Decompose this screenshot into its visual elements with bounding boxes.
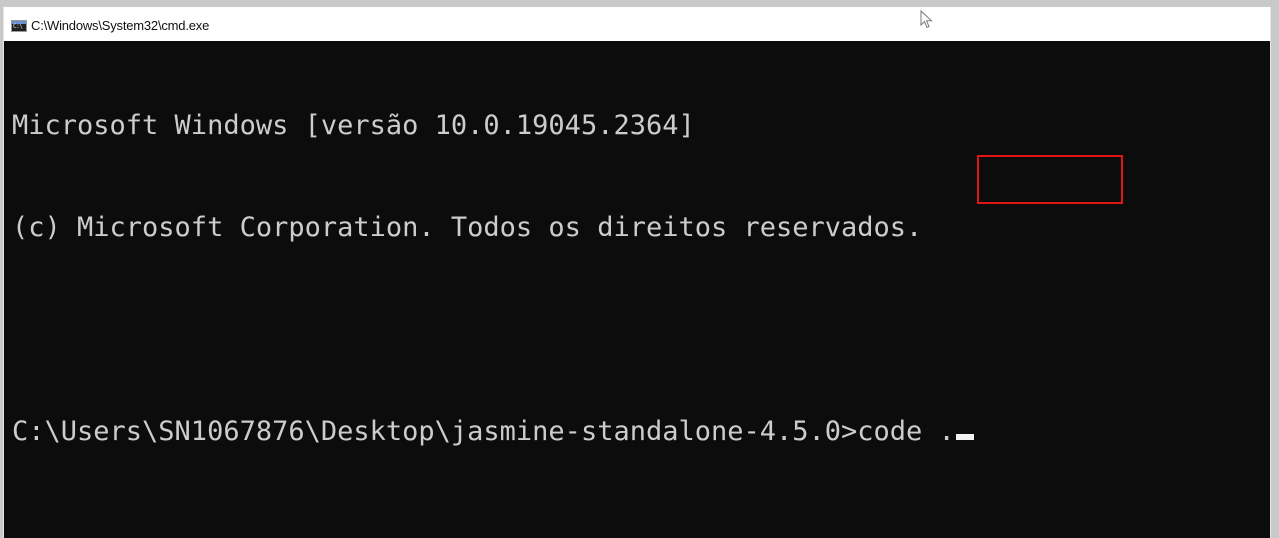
console-line-blank (12, 310, 974, 350)
command-line[interactable]: C:\Users\SN1067876\Desktop\jasmine-stand… (12, 412, 974, 452)
cmd-icon-text: C:\ (13, 23, 23, 30)
mouse-pointer-icon (920, 10, 933, 29)
command-prompt: C:\Users\SN1067876\Desktop\jasmine-stand… (12, 416, 858, 447)
typed-command[interactable]: code . (857, 416, 955, 447)
window-title: C:\Windows\System32\cmd.exe (31, 18, 210, 33)
console-line-2: (c) Microsoft Corporation. Todos os dire… (12, 212, 923, 243)
command-highlight-box (977, 155, 1123, 204)
cmd-window-icon[interactable]: C:\ (11, 20, 27, 32)
console-line-1: Microsoft Windows [versão 10.0.19045.236… (12, 110, 695, 141)
text-cursor (955, 434, 974, 440)
console-output[interactable]: Microsoft Windows [versão 10.0.19045.236… (12, 44, 974, 514)
cmd-window: C:\ C:\Windows\System32\cmd.exe Microsof… (3, 7, 1271, 538)
title-bar[interactable]: C:\ C:\Windows\System32\cmd.exe (4, 7, 1270, 41)
